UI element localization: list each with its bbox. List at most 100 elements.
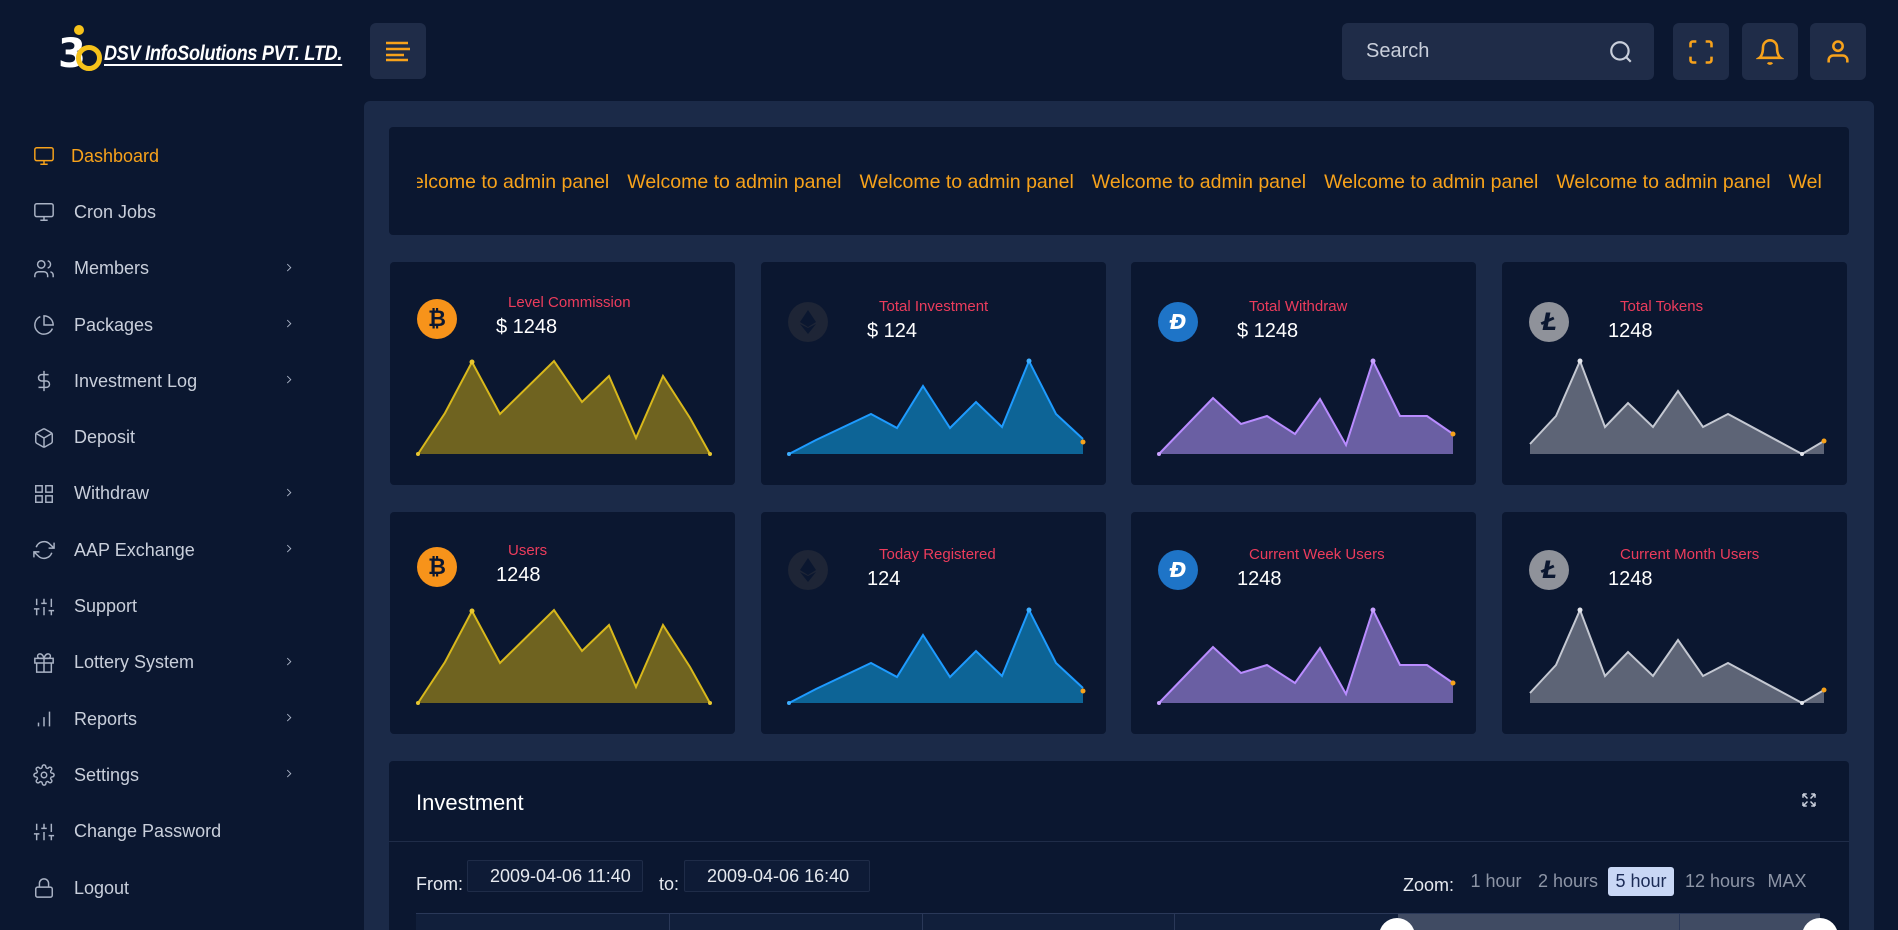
sparkline-chart	[1157, 358, 1456, 456]
zoom-max-button[interactable]: MAX	[1764, 867, 1810, 896]
stat-card-total-investment: Total Investment $ 124	[761, 262, 1106, 485]
welcome-marquee: Welcome to admin panel Welcome to admin …	[389, 127, 1849, 235]
navigator-selected-range[interactable]	[1398, 914, 1820, 930]
sidebar-item-investment-log[interactable]: Investment Log	[0, 353, 365, 409]
sidebar-item-label: Withdraw	[74, 483, 150, 504]
monitor-icon	[32, 144, 56, 168]
search-box	[1342, 23, 1654, 80]
from-date-input[interactable]: 2009-04-06 11:40	[467, 860, 643, 892]
fullscreen-icon	[1689, 39, 1713, 64]
hamburger-icon	[386, 41, 410, 62]
sidebar-item-label: Settings	[74, 764, 140, 785]
sidebar-item-label: Logout	[74, 877, 130, 898]
stat-card-today-registered: Today Registered 124	[761, 512, 1106, 734]
fullscreen-button[interactable]	[1673, 23, 1729, 80]
card-value: 1248	[1237, 568, 1282, 590]
sidebar-item-label: Packages	[74, 314, 154, 335]
card-value: 124	[867, 568, 901, 590]
sidebar-item-label: Lottery System	[74, 652, 195, 673]
search-icon[interactable]	[1608, 39, 1634, 65]
investment-panel: Investment From: 2009-04-06 11:40 to: 20…	[389, 761, 1849, 930]
card-value: $ 1248	[1237, 320, 1299, 342]
from-label: From:	[416, 874, 463, 894]
to-date-input[interactable]: 2009-04-06 16:40	[684, 860, 870, 892]
sidebar-item-dashboard[interactable]: Dashboard	[0, 128, 365, 184]
card-value: $ 1248	[496, 316, 558, 338]
zoom-5-hour-button[interactable]: 5 hour	[1608, 867, 1674, 896]
sidebar-item-packages[interactable]: Packages	[0, 297, 365, 353]
sliders-icon	[32, 820, 56, 844]
chevron-right-icon	[286, 319, 292, 328]
to-label: to:	[659, 874, 680, 894]
dash-icon: Đ	[1158, 550, 1198, 590]
zoom-12-hours-button[interactable]: 12 hours	[1682, 867, 1758, 896]
user-icon	[1827, 39, 1849, 62]
sidebar-item-label: Cron Jobs	[74, 201, 157, 222]
sidebar-item-withdraw[interactable]: Withdraw	[0, 466, 365, 522]
user-profile-button[interactable]	[1810, 23, 1866, 80]
sidebar-item-label: Dashboard	[71, 145, 160, 166]
dollar-icon	[32, 369, 56, 393]
card-title: Level Commission	[508, 294, 631, 311]
refresh-icon	[32, 538, 56, 562]
sidebar-menu: Dashboard Cron Jobs Members Packages Inv…	[0, 128, 365, 916]
expand-icon[interactable]	[1800, 791, 1818, 809]
sidebar-item-aap-exchange[interactable]: AAP Exchange	[0, 522, 365, 578]
card-value: $ 124	[867, 320, 918, 342]
logo-mark: 3	[58, 25, 102, 77]
card-title: Total Investment	[879, 298, 989, 315]
lock-icon	[32, 876, 56, 900]
chevron-right-icon	[286, 713, 292, 722]
sparkline-chart	[787, 607, 1086, 705]
sidebar-item-logout[interactable]: Logout	[0, 860, 365, 916]
ethereum-icon	[788, 302, 828, 342]
sidebar-item-change-password[interactable]: Change Password	[0, 804, 365, 860]
stat-card-total-tokens: Ł Total Tokens 1248	[1502, 262, 1847, 485]
card-value: 1248	[496, 564, 541, 586]
search-input[interactable]	[1342, 23, 1592, 80]
sidebar-item-label: Members	[74, 258, 150, 279]
menu-toggle-button[interactable]	[370, 23, 426, 79]
range-navigator[interactable]	[416, 913, 1838, 930]
chevron-right-icon	[286, 376, 292, 384]
sidebar: 3 DSV InfoSolutions PVT. LTD. Dashboard …	[0, 0, 365, 930]
sidebar-item-label: Investment Log	[74, 370, 198, 391]
sidebar-item-cron-jobs[interactable]: Cron Jobs	[0, 184, 365, 240]
brand-logo[interactable]: 3 DSV InfoSolutions PVT. LTD.	[58, 25, 381, 83]
sidebar-item-lottery-system[interactable]: Lottery System	[0, 635, 365, 691]
chevron-right-icon	[286, 263, 292, 272]
users-icon	[32, 257, 56, 281]
notifications-button[interactable]	[1742, 23, 1798, 80]
card-value: 1248	[1608, 568, 1653, 590]
litecoin-icon: Ł	[1529, 302, 1569, 342]
zoom-1-hour-button[interactable]: 1 hour	[1468, 867, 1524, 896]
zoom-2-hours-button[interactable]: 2 hours	[1533, 867, 1603, 896]
zoom-label: Zoom:	[1403, 875, 1455, 895]
bitcoin-icon: ₿	[417, 547, 457, 587]
card-title: Users	[508, 542, 548, 559]
grid-icon	[32, 482, 56, 506]
stat-card-level-commission: ₿ Level Commission $ 1248	[390, 262, 735, 485]
brand-name: DSV InfoSolutions PVT. LTD.	[103, 42, 343, 65]
sidebar-item-reports[interactable]: Reports	[0, 691, 365, 747]
sparkline-chart	[1529, 358, 1827, 456]
card-title: Current Week Users	[1249, 546, 1385, 563]
bitcoin-icon: ₿	[417, 299, 457, 339]
card-title: Total Withdraw	[1249, 298, 1348, 315]
chevron-right-icon	[286, 770, 292, 778]
sidebar-item-members[interactable]: Members	[0, 241, 365, 297]
sidebar-item-settings[interactable]: Settings	[0, 747, 365, 803]
sidebar-item-support[interactable]: Support	[0, 578, 365, 634]
sidebar-item-label: Change Password	[74, 821, 222, 842]
sidebar-item-deposit[interactable]: Deposit	[0, 409, 365, 465]
ethereum-icon	[788, 550, 828, 590]
card-value: 1248	[1608, 320, 1653, 342]
marquee-text: Welcome to admin panel	[1556, 171, 1771, 193]
marquee-text: Welcome to admin panel	[417, 171, 610, 193]
sidebar-item-label: Support	[74, 596, 138, 617]
card-title: Today Registered	[879, 546, 996, 563]
card-title: Total Tokens	[1620, 298, 1704, 315]
marquee-text: Welcome to admin panel	[1324, 171, 1539, 193]
sliders-icon	[32, 595, 56, 619]
sparkline-chart	[416, 359, 712, 456]
